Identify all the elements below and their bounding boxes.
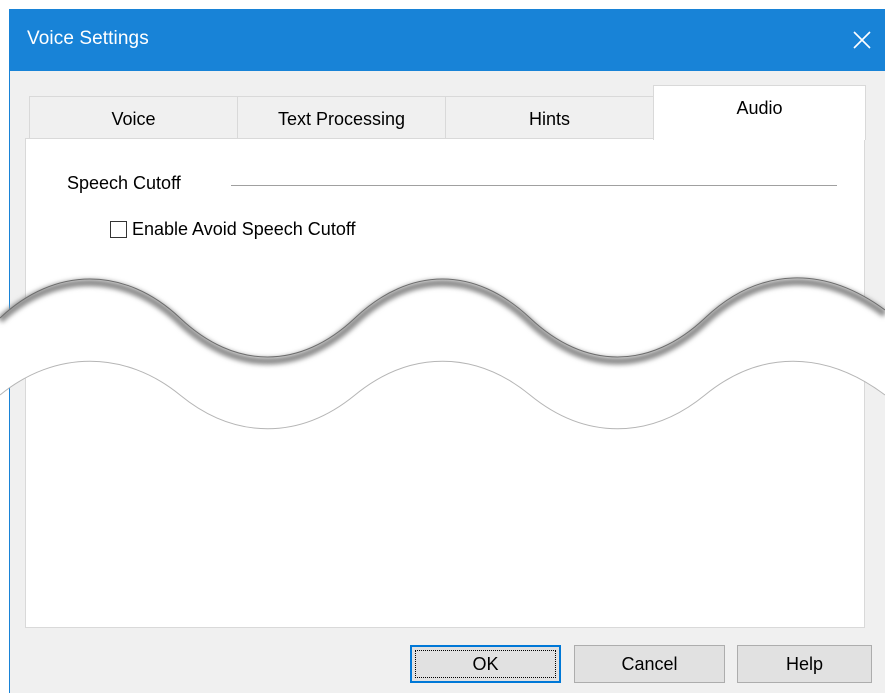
tab-text-processing[interactable]: Text Processing (237, 96, 446, 138)
tab-audio-label: Audio (736, 98, 783, 118)
close-icon (853, 31, 871, 49)
window-title: Voice Settings (27, 28, 149, 49)
avoid-speech-cutoff-option[interactable]: Enable Avoid Speech Cutoff (110, 219, 356, 240)
ok-button[interactable]: OK (410, 645, 561, 683)
tab-voice-label: Voice (111, 109, 156, 129)
help-button-label: Help (785, 653, 824, 674)
tab-hints[interactable]: Hints (445, 96, 654, 138)
cancel-button[interactable]: Cancel (574, 645, 725, 683)
close-button[interactable] (839, 9, 885, 71)
title-bar[interactable]: Voice Settings (10, 9, 885, 71)
tab-audio[interactable]: Audio (653, 85, 866, 140)
speech-cutoff-group-label: Speech Cutoff (67, 173, 189, 194)
tab-panel-audio: Speech Cutoff Enable Avoid Speech Cutoff (25, 138, 865, 628)
tab-text-processing-label: Text Processing (277, 109, 406, 129)
help-button[interactable]: Help (737, 645, 872, 683)
cancel-button-label: Cancel (621, 653, 678, 674)
focus-rectangle (415, 650, 556, 678)
group-divider (231, 185, 837, 186)
avoid-speech-cutoff-label: Enable Avoid Speech Cutoff (132, 219, 356, 239)
voice-settings-dialog: Voice Settings Voice Text Processing Hin… (9, 9, 885, 693)
tab-voice[interactable]: Voice (29, 96, 238, 138)
avoid-speech-cutoff-checkbox[interactable] (110, 221, 127, 238)
tab-hints-label: Hints (528, 109, 570, 129)
